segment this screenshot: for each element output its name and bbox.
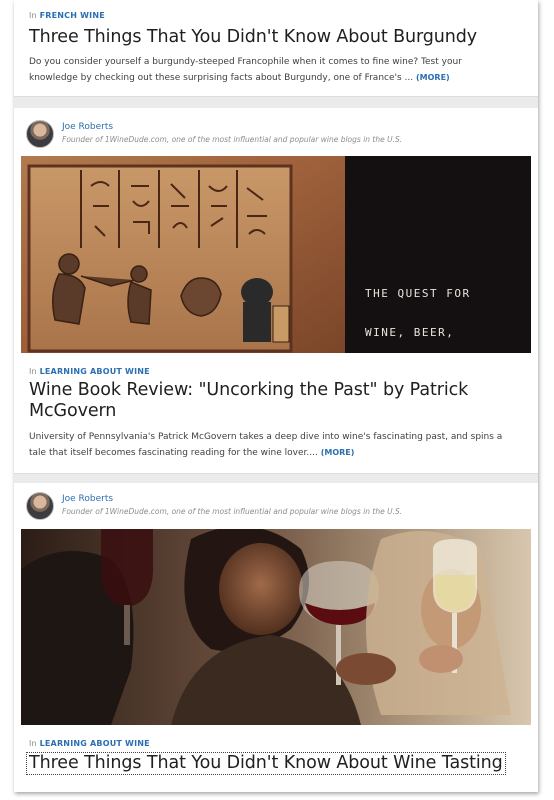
cover-text-line: THE QUEST FOR (365, 287, 471, 300)
avatar[interactable] (26, 120, 54, 148)
post-card: In FRENCH WINE Three Things That You Did… (14, 0, 538, 97)
blog-feed: In FRENCH WINE Three Things That You Did… (14, 0, 538, 792)
cover-text-line: WINE, BEER, (365, 326, 454, 339)
more-link[interactable]: (MORE) (321, 448, 355, 457)
title-line: McGovern (29, 401, 117, 421)
title-line: Wine Book Review: "Uncorking the Past" b… (29, 380, 469, 400)
post-category: In LEARNING ABOUT WINE (29, 739, 150, 748)
post-title[interactable]: Wine Book Review: "Uncorking the Past" b… (29, 380, 525, 422)
post-card: Joe Roberts Founder of 1WineDude.com, on… (14, 483, 538, 792)
post-title[interactable]: Three Things That You Didn't Know About … (26, 752, 506, 775)
excerpt-line: tale that itself becomes fascinating rea… (29, 448, 318, 458)
author-name[interactable]: Joe Roberts (62, 494, 113, 504)
book-cover-image: THE QUEST FOR WINE, BEER, (21, 156, 531, 353)
excerpt-line: knowledge by checking out these surprisi… (29, 73, 414, 83)
author-bio: Founder of 1WineDude.com, one of the mos… (62, 507, 403, 516)
post-excerpt: University of Pennsylvania's Patrick McG… (29, 429, 527, 461)
author-bio: Founder of 1WineDude.com, one of the mos… (62, 135, 403, 144)
post-card: Joe Roberts Founder of 1WineDude.com, on… (14, 108, 538, 474)
post-title[interactable]: Three Things That You Didn't Know About … (29, 27, 525, 48)
author-block: Joe Roberts Founder of 1WineDude.com, on… (26, 492, 516, 524)
category-prefix: In (29, 367, 37, 376)
category-link[interactable]: FRENCH WINE (40, 11, 105, 20)
author-name[interactable]: Joe Roberts (62, 122, 113, 132)
post-excerpt: Do you consider yourself a burgundy-stee… (29, 54, 527, 86)
category-link[interactable]: LEARNING ABOUT WINE (40, 739, 150, 748)
post-image[interactable] (21, 529, 531, 725)
category-prefix: In (29, 739, 37, 748)
excerpt-line: Do you consider yourself a burgundy-stee… (29, 57, 462, 67)
post-image[interactable]: THE QUEST FOR WINE, BEER, (21, 156, 531, 353)
category-prefix: In (29, 11, 37, 20)
category-link[interactable]: LEARNING ABOUT WINE (40, 367, 150, 376)
more-link[interactable]: (MORE) (416, 73, 450, 82)
author-block: Joe Roberts Founder of 1WineDude.com, on… (26, 120, 516, 152)
wine-tasting-photo (21, 529, 531, 725)
post-category: In LEARNING ABOUT WINE (29, 367, 150, 376)
avatar[interactable] (26, 492, 54, 520)
excerpt-line: University of Pennsylvania's Patrick McG… (29, 432, 503, 442)
post-category: In FRENCH WINE (29, 11, 105, 20)
